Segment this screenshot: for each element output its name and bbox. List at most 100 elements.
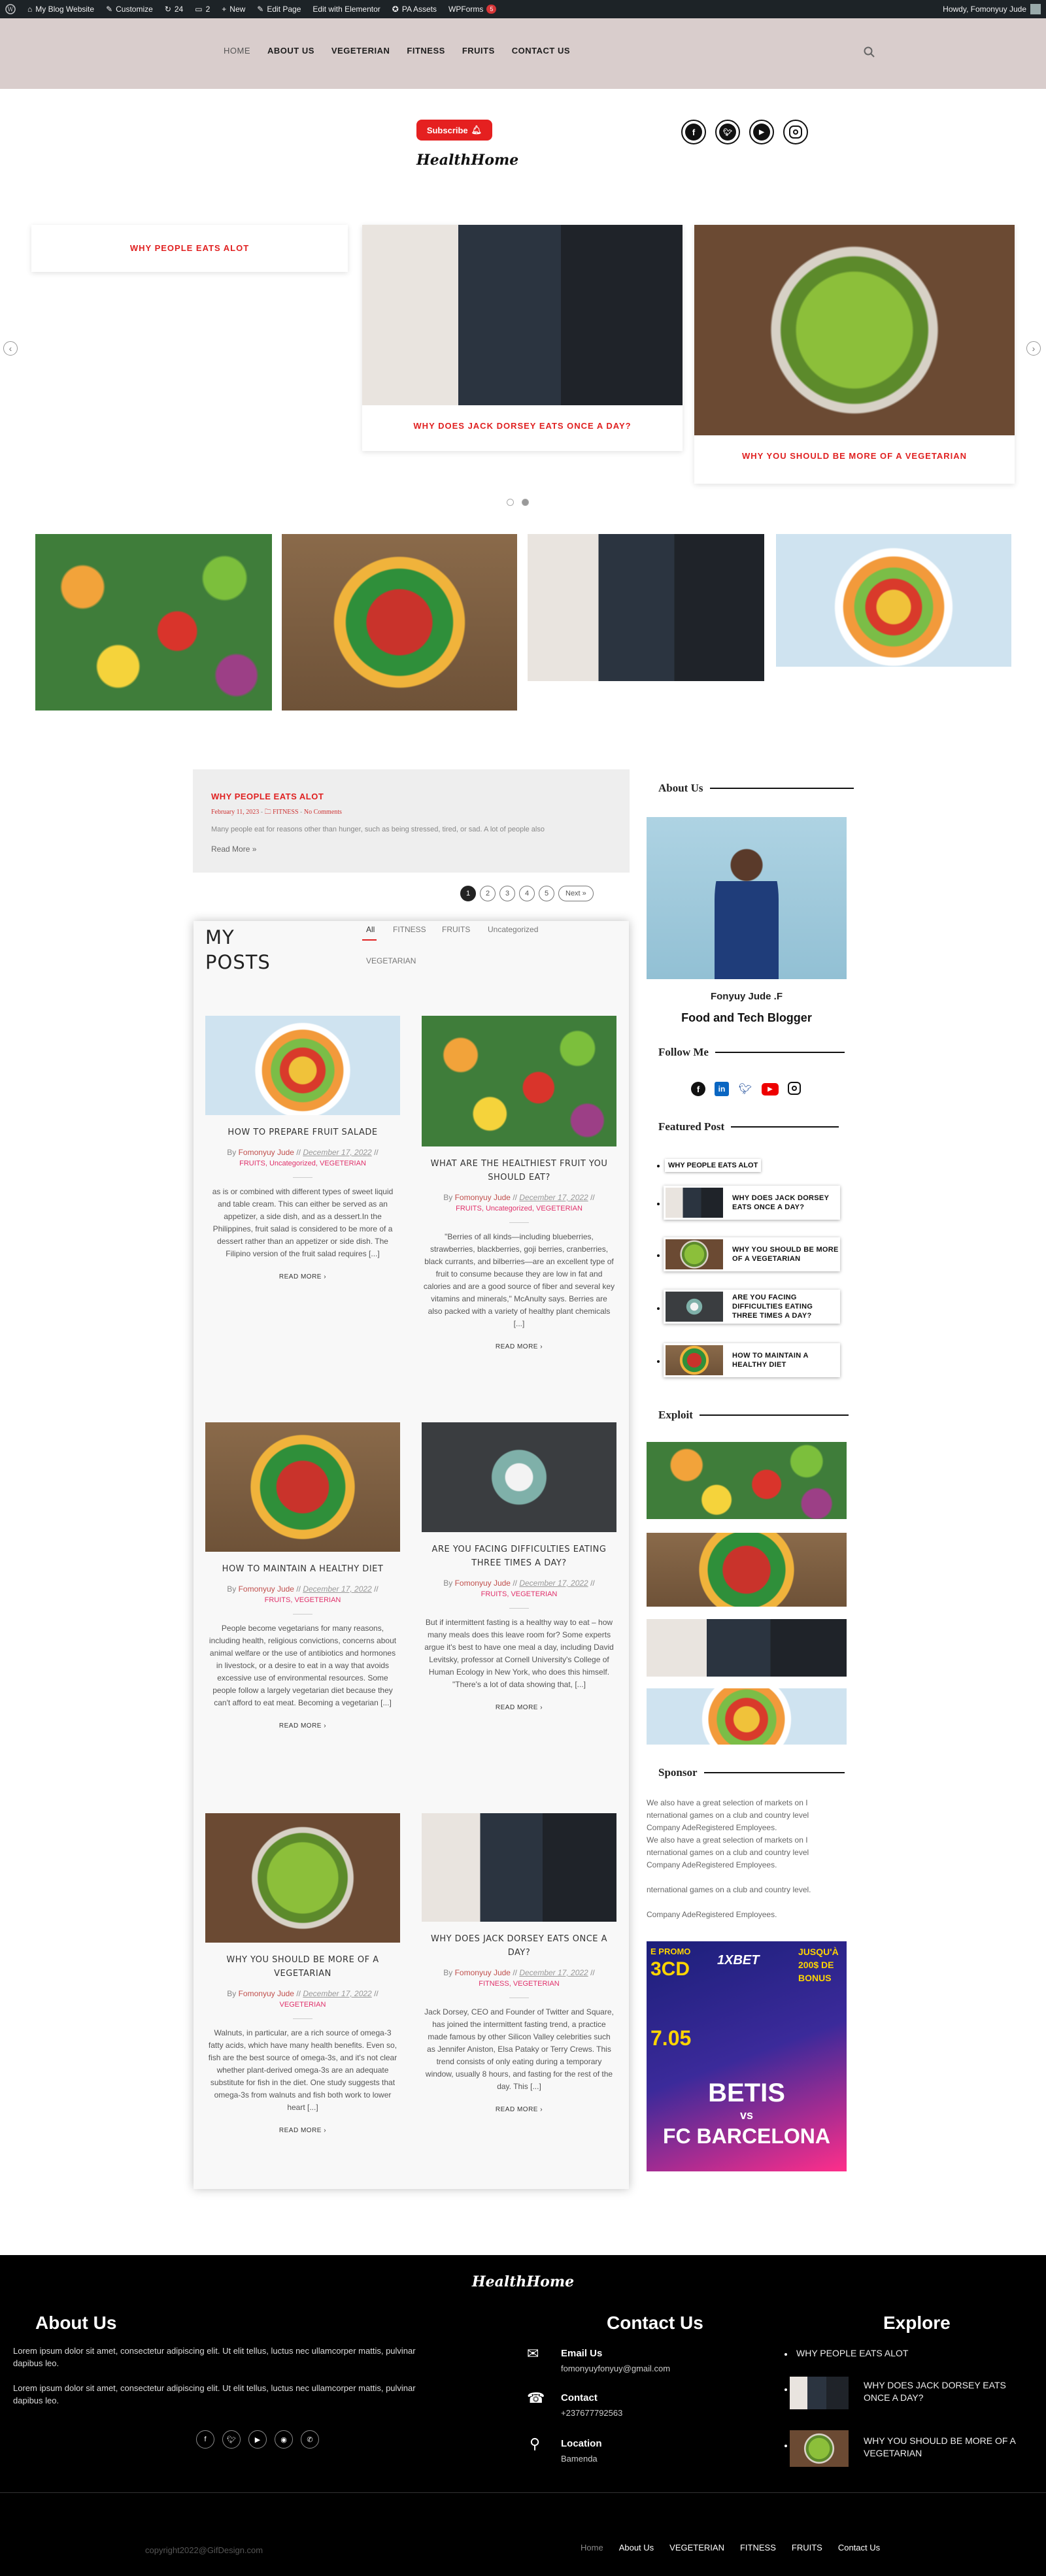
footer-email-value[interactable]: fomonyuyfonyuy@gmail.com: [561, 2364, 670, 2373]
page-3-button[interactable]: 3: [499, 886, 515, 901]
post-title[interactable]: ARE YOU FACING DIFFICULTIES EATING THREE…: [422, 1543, 616, 1570]
slider-dot[interactable]: [507, 499, 514, 506]
post-title[interactable]: HOW TO PREPARE FRUIT SALADE: [205, 1126, 400, 1139]
read-more-link[interactable]: READ MORE ›: [205, 2127, 400, 2134]
page-4-button[interactable]: 4: [519, 886, 535, 901]
post-author[interactable]: Fomonyuy Jude: [455, 1193, 511, 1202]
nav-item-about-us[interactable]: ABOUT US: [267, 46, 314, 56]
featured-post-item[interactable]: WHY DOES JACK DORSEY EATS ONCE A DAY?: [664, 1186, 840, 1220]
post-title[interactable]: WHY DOES JACK DORSEY EATS ONCE A DAY?: [422, 1932, 616, 1960]
twitter-icon[interactable]: 🐦︎: [738, 1082, 752, 1096]
slide-card[interactable]: WHY YOU SHOULD BE MORE OF A VEGETARIAN: [694, 225, 1015, 484]
read-more-link[interactable]: READ MORE ›: [422, 1704, 616, 1711]
next-page-button[interactable]: Next »: [558, 886, 594, 901]
post-date[interactable]: December 17, 2022: [303, 1989, 371, 1998]
filter-all[interactable]: All: [366, 925, 375, 934]
post-categories[interactable]: VEGETERIAN: [205, 1999, 400, 2011]
admin-wpforms[interactable]: WPForms 5: [448, 5, 497, 14]
featured-post-link[interactable]: WHY PEOPLE EATS ALOT: [665, 1159, 762, 1172]
admin-customize[interactable]: ✎ Customize: [106, 5, 153, 14]
post-categories[interactable]: FRUITS, Uncategorized, VEGETERIAN: [205, 1158, 400, 1169]
footer-nav-contact-us[interactable]: Contact Us: [838, 2543, 880, 2552]
github-icon[interactable]: ◉: [275, 2430, 293, 2449]
facebook-icon[interactable]: f: [681, 120, 706, 144]
nav-item-contact-us[interactable]: CONTACT US: [512, 46, 570, 56]
nav-item-home[interactable]: HOME: [224, 46, 250, 56]
slider-dot-active[interactable]: [522, 499, 529, 506]
slide-card[interactable]: WHY DOES JACK DORSEY EATS ONCE A DAY?: [362, 225, 683, 451]
footer-phone-value[interactable]: +237677792563: [561, 2408, 622, 2418]
post-categories[interactable]: FRUITS, VEGETERIAN: [205, 1595, 400, 1606]
post-date[interactable]: December 17, 2022: [519, 1968, 588, 1977]
filter-uncategorized[interactable]: Uncategorized: [488, 925, 538, 934]
post-thumbnail[interactable]: [205, 1016, 400, 1115]
admin-edit-page[interactable]: ✎ Edit Page: [257, 5, 301, 14]
nav-item-fitness[interactable]: FITNESS: [407, 46, 445, 56]
footer-nav-home[interactable]: Home: [581, 2543, 603, 2552]
page-5-button[interactable]: 5: [539, 886, 554, 901]
facebook-icon[interactable]: f: [196, 2430, 214, 2449]
page-2-button[interactable]: 2: [480, 886, 496, 901]
post-title[interactable]: WHY YOU SHOULD BE MORE OF A VEGETARIAN: [205, 1953, 400, 1981]
admin-comments[interactable]: ▭ 2: [195, 5, 210, 14]
filter-fitness[interactable]: FITNESS: [393, 925, 426, 934]
post-author[interactable]: Fomonyuy Jude: [239, 1148, 294, 1157]
post-category[interactable]: FITNESS: [273, 809, 298, 816]
page-1-button[interactable]: 1: [460, 886, 476, 901]
filter-fruits[interactable]: FRUITS: [442, 925, 470, 934]
post-date[interactable]: December 17, 2022: [519, 1579, 588, 1588]
read-more-link[interactable]: READ MORE ›: [205, 1273, 400, 1280]
admin-site-name[interactable]: ⌂ My Blog Website: [27, 5, 94, 14]
footer-nav-fitness[interactable]: FITNESS: [740, 2543, 776, 2552]
twitter-icon[interactable]: 🐦︎: [222, 2430, 241, 2449]
post-author[interactable]: Fomonyuy Jude: [239, 1584, 294, 1594]
admin-pa-assets[interactable]: ✪ PA Assets: [392, 5, 437, 14]
subscribe-button[interactable]: Subscribe 🔔︎: [416, 120, 492, 141]
post-date[interactable]: February 11, 2023: [211, 809, 259, 816]
post-author[interactable]: Fomonyuy Jude: [455, 1579, 511, 1588]
footer-logo[interactable]: HealthHome: [0, 2273, 1046, 2290]
wordpress-logo-icon[interactable]: W: [5, 4, 16, 14]
footer-explore-link[interactable]: WHY DOES JACK DORSEY EATS ONCE A DAY?: [864, 2379, 1021, 2404]
post-categories[interactable]: FRUITS, Uncategorized, VEGETERIAN: [422, 1203, 616, 1214]
twitter-icon[interactable]: 🐦︎: [715, 120, 740, 144]
post-title[interactable]: WHAT ARE THE HEALTHIEST FRUIT YOU SHOULD…: [422, 1157, 616, 1184]
post-thumbnail[interactable]: [205, 1813, 400, 1943]
footer-nav-vegeterian[interactable]: VEGETERIAN: [669, 2543, 724, 2552]
featured-post-item[interactable]: ARE YOU FACING DIFFICULTIES EATING THREE…: [664, 1290, 840, 1324]
exploit-image[interactable]: [647, 1533, 847, 1607]
slider-prev-button[interactable]: ‹: [3, 341, 18, 356]
read-more-link[interactable]: Read More »: [211, 845, 256, 854]
exploit-image[interactable]: [647, 1619, 847, 1677]
read-more-link[interactable]: READ MORE ›: [205, 1722, 400, 1730]
youtube-icon[interactable]: ▶: [762, 1083, 779, 1096]
exploit-image[interactable]: [647, 1442, 847, 1519]
footer-explore-link[interactable]: WHY PEOPLE EATS ALOT: [796, 2347, 908, 2360]
admin-edit-elementor[interactable]: Edit with Elementor: [312, 5, 380, 14]
post-comments[interactable]: No Comments: [304, 809, 342, 816]
read-more-link[interactable]: READ MORE ›: [422, 1343, 616, 1350]
featured-post-item[interactable]: HOW TO MAINTAIN A HEALTHY DIET: [664, 1343, 840, 1377]
linkedin-icon[interactable]: in: [715, 1082, 729, 1096]
sponsor-ad-banner[interactable]: E PROMO 3CD 1XBET JUSQU'À 200$ DE BONUS …: [647, 1941, 847, 2171]
search-icon[interactable]: [863, 46, 876, 59]
gallery-image[interactable]: [528, 534, 764, 681]
featured-post-item[interactable]: WHY YOU SHOULD BE MORE OF A VEGETARIAN: [664, 1237, 840, 1271]
post-categories[interactable]: FITNESS, VEGETERIAN: [422, 1979, 616, 1990]
slider-next-button[interactable]: ›: [1026, 341, 1041, 356]
admin-account[interactable]: Howdy, Fomonyuy Jude: [943, 4, 1041, 14]
footer-nav-about-us[interactable]: About Us: [619, 2543, 654, 2552]
post-title[interactable]: WHY PEOPLE EATS ALOT: [211, 792, 324, 801]
post-thumbnail[interactable]: [205, 1422, 400, 1552]
gallery-image[interactable]: [282, 534, 517, 711]
slide-card[interactable]: WHY PEOPLE EATS ALOT: [31, 225, 348, 272]
read-more-link[interactable]: READ MORE ›: [422, 2106, 616, 2113]
post-date[interactable]: December 17, 2022: [303, 1584, 371, 1594]
filter-vegetarian[interactable]: VEGETARIAN: [366, 956, 416, 965]
whatsapp-icon[interactable]: ✆: [301, 2430, 319, 2449]
footer-nav-fruits[interactable]: FRUITS: [792, 2543, 822, 2552]
post-categories[interactable]: FRUITS, VEGETERIAN: [422, 1589, 616, 1600]
admin-new[interactable]: + New: [222, 5, 245, 14]
post-thumbnail[interactable]: [422, 1016, 616, 1146]
post-date[interactable]: December 17, 2022: [519, 1193, 588, 1202]
